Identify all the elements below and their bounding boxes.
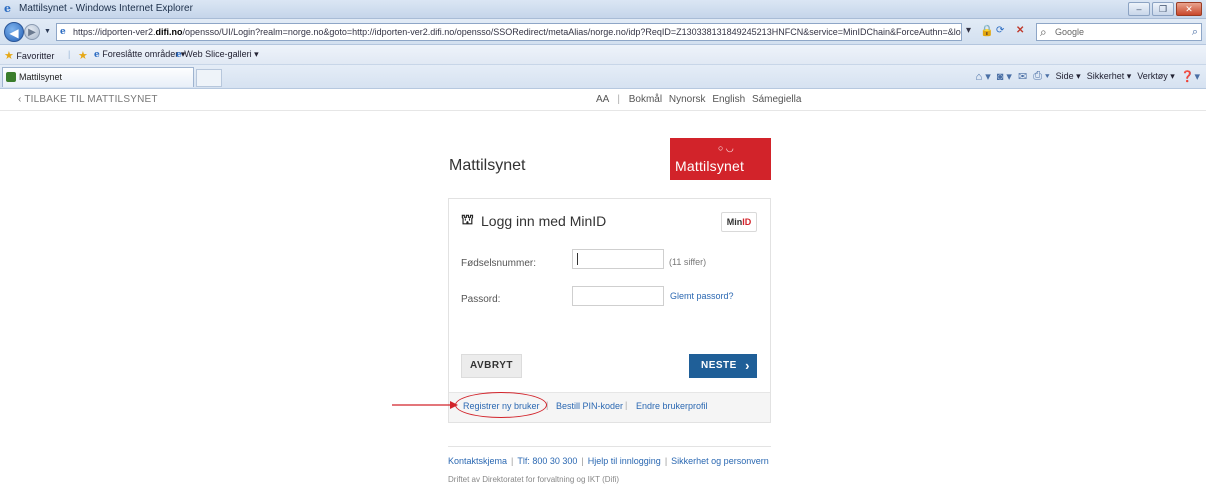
forgot-password-link[interactable]: Glemt passord?: [670, 291, 734, 301]
favorites-button[interactable]: ★ Favoritter: [4, 49, 54, 62]
url-domain: difi.no: [155, 27, 183, 37]
phone-number: Tlf: 800 30 300: [517, 456, 578, 466]
mail-icon[interactable]: ✉: [1018, 70, 1027, 83]
bottom-separator: |: [664, 456, 668, 466]
suggested-sites-link[interactable]: e Foreslåtte områder ▾: [94, 49, 185, 60]
language-selector: AA | Bokmål Nynorsk English Sámegiella: [596, 94, 805, 105]
feeds-icon[interactable]: ◙ ▾: [997, 70, 1012, 83]
lang-separator: |: [617, 94, 620, 105]
font-size-toggle[interactable]: AA: [596, 94, 609, 105]
password-input[interactable]: [572, 286, 664, 306]
password-label: Passord:: [461, 294, 501, 305]
order-pin-codes-link[interactable]: Bestill PIN-koder: [556, 401, 623, 411]
back-to-mattilsynet-link[interactable]: ‹ TILBAKE TIL MATTILSYNET: [18, 94, 158, 105]
favorites-star-icon: ★: [4, 50, 14, 62]
chevron-right-icon: ›: [745, 358, 750, 373]
badge-min: Min: [726, 217, 743, 227]
add-favorite-icon[interactable]: ★: [78, 49, 88, 62]
url-prefix: https://idporten-ver2.: [73, 27, 156, 37]
minid-badge: MinID: [721, 212, 757, 232]
login-title: Logg inn med MinID: [481, 213, 607, 229]
security-privacy-link[interactable]: Sikkerhet og personvern: [671, 456, 769, 466]
url-rest: /opensso/UI/Login?realm=norge.no&goto=ht…: [182, 27, 961, 37]
mattilsynet-logo: ○ ◡ Mattilsynet: [670, 138, 771, 180]
minid-id-icon: ⛫: [461, 211, 474, 227]
favorites-bar: ★ Favoritter | ★ e Foreslåtte områder ▾ …: [0, 45, 1206, 65]
badge-id: ID: [742, 217, 752, 227]
logo-mark-icon: ○ ◡: [718, 143, 734, 153]
search-provider-icon: ⌕: [1040, 25, 1047, 39]
suggested-sites-label: Foreslåtte områder ▾: [102, 49, 186, 59]
annotation-arrow-icon: [392, 401, 458, 409]
search-icon[interactable]: ⌕: [1192, 24, 1198, 40]
command-bar: ⌂ ▾ ◙ ▾ ✉ ⎙ ▾ Side ▾ Sikkerhet ▾ Verktøy…: [976, 70, 1201, 83]
lang-bokmal[interactable]: Bokmål: [629, 94, 662, 105]
cancel-button[interactable]: AVBRYT: [461, 354, 522, 378]
next-button-label: NESTE: [701, 360, 737, 371]
operator-text: Driftet av Direktoratet for forvaltning …: [448, 475, 620, 484]
refresh-icon[interactable]: ⟳: [996, 25, 1004, 36]
next-button[interactable]: NESTE ›: [689, 354, 757, 378]
footer-separator: |: [625, 400, 628, 410]
minimize-icon[interactable]: –: [1128, 2, 1150, 16]
add-favorite-star-icon: ★: [78, 50, 88, 62]
url-input[interactable]: e https://idporten-ver2.difi.no/opensso/U…: [56, 23, 962, 41]
bottom-links: Kontaktskjema | Tlf: 800 30 300 | Hjelp til …: [448, 456, 769, 466]
ie-logo-icon: e: [4, 2, 11, 15]
logo-text: Mattilsynet: [675, 158, 745, 174]
bottom-separator: |: [511, 456, 514, 466]
url-dropdown-icon[interactable]: ▾: [966, 25, 971, 36]
bottom-separator: |: [581, 456, 584, 466]
favorites-label: Favoritter: [16, 51, 55, 61]
help-icon[interactable]: ❓▾: [1181, 70, 1200, 83]
toolbar-divider: |: [68, 49, 71, 59]
tab-mattilsynet[interactable]: Mattilsynet: [2, 67, 194, 87]
ssn-input[interactable]: [572, 249, 664, 269]
contact-form-link[interactable]: Kontaktskjema: [448, 456, 507, 466]
page-icon: e: [60, 27, 66, 37]
login-card: ⛫ Logg inn med MinID MinID Fødselsnummer…: [448, 198, 771, 423]
login-help-link[interactable]: Hjelp til innlogging: [588, 456, 661, 466]
page-menu[interactable]: Side ▾: [1056, 71, 1081, 82]
tab-favicon-icon: [6, 72, 16, 82]
service-title: Mattilsynet: [449, 157, 526, 174]
back-arrow-icon[interactable]: ◀: [4, 22, 24, 42]
history-dropdown-icon[interactable]: ▼: [44, 28, 51, 35]
safety-menu[interactable]: Sikkerhet ▾: [1087, 71, 1132, 82]
lang-english[interactable]: English: [712, 94, 745, 105]
page-top-bar: ‹ TILBAKE TIL MATTILSYNET AA | Bokmål Nyn…: [0, 89, 1206, 111]
lock-icon[interactable]: 🔒: [980, 25, 994, 37]
print-icon[interactable]: ⎙ ▾: [1033, 70, 1049, 83]
ssn-hint: (11 siffer): [669, 257, 707, 267]
new-tab-button[interactable]: [196, 69, 222, 87]
tab-title: Mattilsynet: [19, 72, 63, 82]
address-bar: ◀ ▶ ▼ e https://idporten-ver2.difi.no/ope…: [0, 19, 1206, 45]
ssn-label: Fødselsnummer:: [461, 258, 537, 269]
window-title: Mattilsynet - Windows Internet Explorer: [19, 3, 193, 14]
lang-samegiella[interactable]: Sámegiella: [752, 94, 801, 105]
close-icon[interactable]: ✕: [1176, 2, 1202, 16]
annotation-circle: [455, 392, 547, 418]
bottom-divider: [448, 446, 771, 447]
edit-user-profile-link[interactable]: Endre brukerprofil: [636, 401, 708, 411]
lang-nynorsk[interactable]: Nynorsk: [669, 94, 706, 105]
stop-icon[interactable]: ✕: [1016, 25, 1024, 36]
tab-bar: Mattilsynet ⌂ ▾ ◙ ▾ ✉ ⎙ ▾ Side ▾ Sikkerh…: [0, 65, 1206, 89]
restore-icon[interactable]: ❐: [1152, 2, 1174, 16]
web-slice-label: Web Slice-galleri ▾: [184, 49, 259, 59]
home-icon[interactable]: ⌂ ▾: [976, 70, 991, 83]
window-titlebar: e Mattilsynet - Windows Internet Explore…: [0, 0, 1206, 19]
tools-menu[interactable]: Verktøy ▾: [1137, 71, 1175, 82]
search-input[interactable]: ⌕ Google ⌕: [1036, 23, 1202, 41]
search-placeholder: Google: [1055, 27, 1085, 37]
web-slice-link[interactable]: e Web Slice-galleri ▾: [176, 49, 259, 60]
web-slice-icon: e: [176, 50, 182, 60]
suggested-sites-icon: e: [94, 50, 100, 60]
forward-arrow-icon[interactable]: ▶: [24, 24, 40, 40]
window-controls: – ❐ ✕: [1128, 2, 1202, 16]
